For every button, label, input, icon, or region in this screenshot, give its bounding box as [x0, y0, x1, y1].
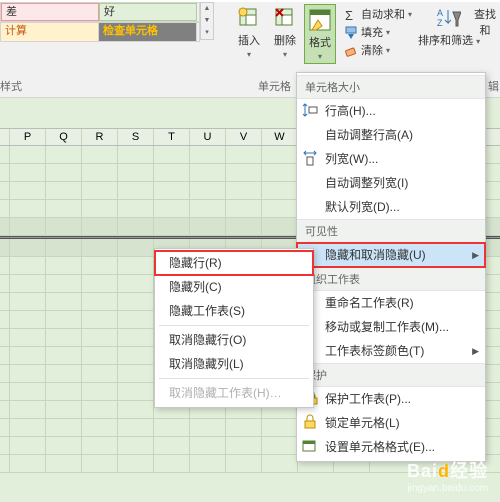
col-header[interactable]: U [190, 129, 226, 145]
style-check-cell[interactable]: 检查单元格 [99, 23, 197, 41]
dropdown-icon: ▾ [318, 52, 322, 61]
svg-text:Z: Z [437, 18, 443, 28]
menu-section-organize-sheets: 组织工作表 [297, 267, 485, 291]
format-icon [308, 8, 332, 32]
submenu-unhide-sheet: 取消隐藏工作表(H)… [155, 381, 313, 405]
menu-lock-cell[interactable]: 锁定单元格(L) [297, 411, 485, 435]
fill-down-icon [344, 26, 358, 40]
menu-default-width[interactable]: 默认列宽(D)... [297, 195, 485, 219]
group-label-editing: 辑 [488, 78, 499, 94]
submenu-arrow-icon: ▶ [472, 247, 479, 263]
col-header[interactable]: P [10, 129, 46, 145]
insert-cells-button[interactable]: 插入 ▾ [232, 4, 266, 60]
menu-rename-sheet[interactable]: 重命名工作表(R) [297, 291, 485, 315]
menu-autofit-row-height[interactable]: 自动调整行高(A) [297, 123, 485, 147]
cell-styles-gallery[interactable]: 差 好 计算 检查单元格 [0, 2, 200, 42]
menu-column-width[interactable]: 列宽(W)... [297, 147, 485, 171]
style-good[interactable]: 好 [99, 3, 197, 21]
menu-row-height[interactable]: 行高(H)... [297, 99, 485, 123]
dropdown-icon: ▾ [283, 50, 287, 59]
clear-button[interactable]: 清除 ▾ [344, 42, 412, 60]
more-icon[interactable]: ▾ [201, 27, 213, 39]
delete-cells-button[interactable]: 删除 ▾ [268, 4, 302, 60]
col-header[interactable]: W [262, 129, 298, 145]
menu-section-protection: 保护 [297, 363, 485, 387]
submenu-unhide-rows[interactable]: 取消隐藏行(O) [155, 328, 313, 352]
group-label-styles: 样式 [0, 78, 22, 94]
submenu-unhide-columns[interactable]: 取消隐藏列(L) [155, 352, 313, 376]
svg-text:Σ: Σ [345, 8, 353, 22]
submenu-hide-columns[interactable]: 隐藏列(C) [155, 275, 313, 299]
row-height-icon [302, 102, 318, 118]
delete-cells-icon [273, 6, 297, 30]
sigma-icon: Σ [344, 8, 358, 22]
menu-hide-unhide[interactable]: 隐藏和取消隐藏(U) ▶ [297, 243, 485, 267]
format-dropdown-menu: 单元格大小 行高(H)... 自动调整行高(A) 列宽(W)... 自动调整列宽… [296, 72, 486, 462]
menu-section-cell-size: 单元格大小 [297, 75, 485, 99]
style-gallery-scroll[interactable]: ▲ ▼ ▾ [200, 2, 214, 40]
format-button[interactable]: 格式 ▾ [304, 4, 336, 64]
fill-button[interactable]: 填充 ▾ [344, 24, 412, 42]
menu-protect-sheet[interactable]: 保护工作表(P)... [297, 387, 485, 411]
submenu-hide-sheet[interactable]: 隐藏工作表(S) [155, 299, 313, 323]
hide-unhide-submenu: 隐藏行(R) 隐藏列(C) 隐藏工作表(S) 取消隐藏行(O) 取消隐藏列(L)… [154, 248, 314, 408]
submenu-hide-rows[interactable]: 隐藏行(R) [155, 251, 313, 275]
group-label-cells: 单元格 [258, 78, 291, 94]
menu-separator [159, 378, 309, 379]
col-header[interactable]: Q [46, 129, 82, 145]
svg-text:A: A [437, 8, 443, 18]
column-width-icon [302, 150, 318, 166]
style-calculation[interactable]: 计算 [1, 23, 99, 41]
col-header[interactable]: S [118, 129, 154, 145]
menu-move-copy-sheet[interactable]: 移动或复制工作表(M)... [297, 315, 485, 339]
eraser-icon [344, 44, 358, 58]
chevron-up-icon[interactable]: ▲ [201, 3, 213, 15]
chevron-down-icon[interactable]: ▼ [201, 15, 213, 27]
col-header[interactable]: T [154, 129, 190, 145]
style-bad[interactable]: 差 [1, 3, 99, 21]
submenu-arrow-icon: ▶ [472, 343, 479, 359]
lock-icon [302, 414, 318, 430]
menu-section-visibility: 可见性 [297, 219, 485, 243]
find-select-button[interactable]: 查找和 [470, 6, 500, 38]
sort-filter-icon: AZ [437, 6, 461, 30]
autosum-button[interactable]: Σ 自动求和 ▾ [344, 6, 412, 24]
menu-tab-color[interactable]: 工作表标签颜色(T) ▶ [297, 339, 485, 363]
menu-separator [159, 325, 309, 326]
menu-autofit-column-width[interactable]: 自动调整列宽(I) [297, 171, 485, 195]
editing-small-buttons: Σ 自动求和 ▾ 填充 ▾ 清除 ▾ [344, 6, 412, 60]
menu-format-cells[interactable]: 设置单元格格式(E)... [297, 435, 485, 459]
col-header[interactable]: V [226, 129, 262, 145]
insert-cells-icon [237, 6, 261, 30]
dropdown-icon: ▾ [247, 50, 251, 59]
col-header[interactable] [0, 129, 10, 145]
format-cells-icon [302, 438, 318, 454]
col-header[interactable]: R [82, 129, 118, 145]
